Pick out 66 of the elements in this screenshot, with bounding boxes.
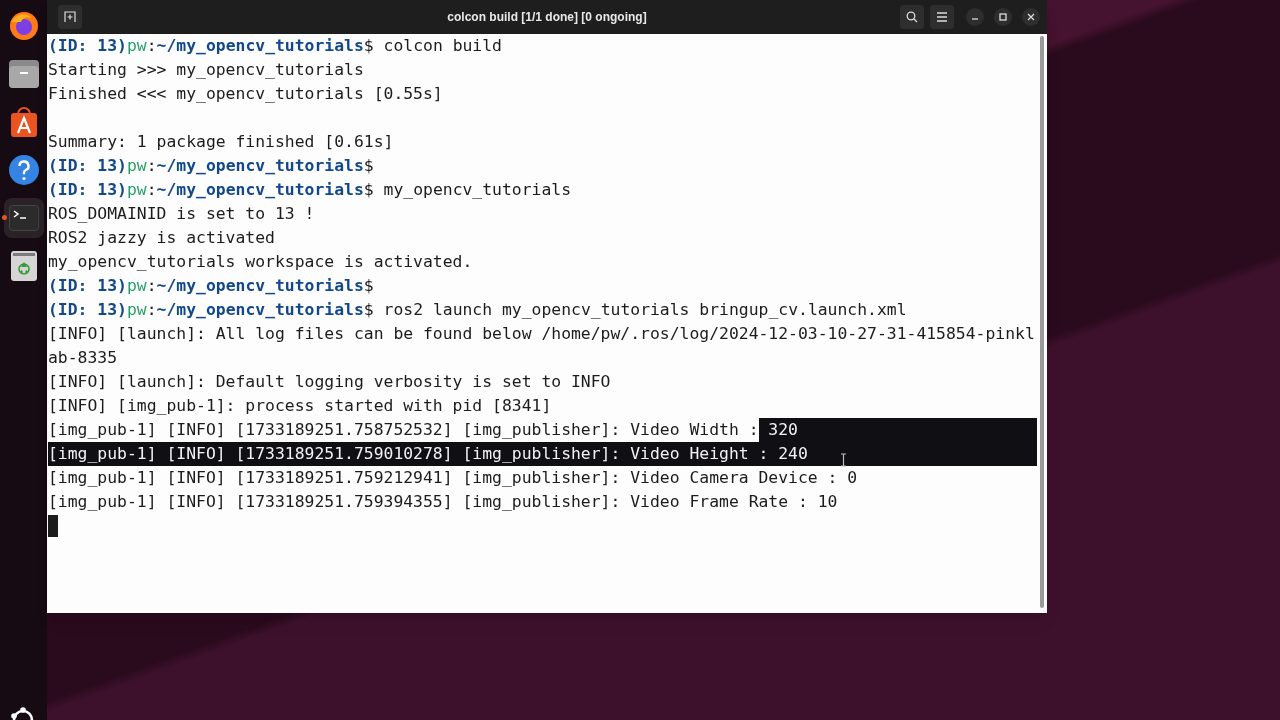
output-text: Summary: 1 package finished [0.61s] [48,131,394,153]
prompt-symbol: $ [363,155,374,177]
prompt-separator: : [146,275,157,297]
terminal-cursor [48,515,58,537]
output-text: [img_pub-1] [INFO] [1733189251.759394355] [img_publisher]: Video Frame Rate : 10 [48,491,838,513]
output-text: [INFO] [launch]: All log files can be found below /home/pw/.ros/log/2024-12-03-10-27-31-415854-pinkl [48,323,1035,345]
minimize-button[interactable] [966,8,984,26]
recycle-bin-icon [9,250,38,282]
window-title: colcon build [1/1 done] [0 ongoing] [447,9,647,26]
prompt-path: ~/my_opencv_tutorials [156,155,364,177]
search-button[interactable] [900,5,924,29]
prompt-path: ~/my_opencv_tutorials [156,299,364,321]
output-text: ab-8335 [48,347,118,369]
output-text: ROS_DOMAINID is set to 13 ! [48,203,315,225]
prompt-user: pw [126,35,147,57]
help-icon [7,154,40,186]
prompt-id: (ID: 13) [48,179,127,201]
prompt-symbol: $ [363,275,374,297]
prompt-symbol: $ [363,179,374,201]
prompt-user: pw [126,155,147,177]
prompt-symbol: $ [363,299,374,321]
close-button[interactable] [1022,8,1040,26]
prompt-symbol: $ [363,35,374,57]
prompt-separator: : [146,35,157,57]
command-text: colcon build [383,35,502,57]
new-tab-button[interactable] [58,5,82,29]
prompt-separator: : [146,155,157,177]
prompt-id: (ID: 13) [48,155,127,177]
close-icon [1027,13,1035,21]
search-icon [906,11,918,23]
selected-output-text: 320 [758,418,798,442]
menu-button[interactable] [930,5,954,29]
output-text: ROS2 jazzy is activated [48,227,275,249]
prompt-separator: : [146,179,157,201]
output-text: Starting >>> my_opencv_tutorials [48,59,364,81]
prompt-user: pw [126,275,147,297]
menu-icon [936,12,948,22]
prompt-id: (ID: 13) [48,275,127,297]
prompt-path: ~/my_opencv_tutorials [156,35,364,57]
text-cursor-icon [840,453,847,467]
maximize-icon [999,13,1007,21]
prompt-user: pw [126,179,147,201]
output-text: [img_pub-1] [INFO] [1733189251.759212941] [img_publisher]: Video Camera Device : 0 [48,467,858,489]
new-tab-icon [64,11,76,23]
shopping-bag-icon [8,106,39,138]
folder-icon [7,59,40,89]
maximize-button[interactable] [994,8,1012,26]
command-text: my_opencv_tutorials [383,179,572,201]
prompt-user: pw [126,299,147,321]
output-text: Finished <<< my_opencv_tutorials [0.55s] [48,83,443,105]
output-text: my_opencv_tutorials workspace is activated. [48,251,473,273]
browser-icon [7,10,40,42]
prompt-path: ~/my_opencv_tutorials [156,179,364,201]
prompt-id: (ID: 13) [48,299,127,321]
ubuntu-logo-icon [10,704,36,720]
output-text: [INFO] [launch]: Default logging verbosity is set to INFO [48,371,611,393]
running-indicator [1,215,7,220]
output-text: [INFO] [img_pub-1]: process started with pid [8341] [48,395,552,417]
output-text: [img_pub-1] [INFO] [1733189251.758752532] [img_publisher]: Video Width : [48,419,759,441]
selected-output-text: [img_pub-1] [INFO] [1733189251.759010278] [img_publisher]: Video Height : 240 [48,442,808,466]
command-text: ros2 launch my_opencv_tutorials bringup_cv.launch.xml [383,299,907,321]
scrollbar[interactable] [1040,36,1044,608]
prompt-id: (ID: 13) [48,35,127,57]
prompt-path: ~/my_opencv_tutorials [156,275,364,297]
terminal-icon [8,205,39,231]
prompt-separator: : [146,299,157,321]
